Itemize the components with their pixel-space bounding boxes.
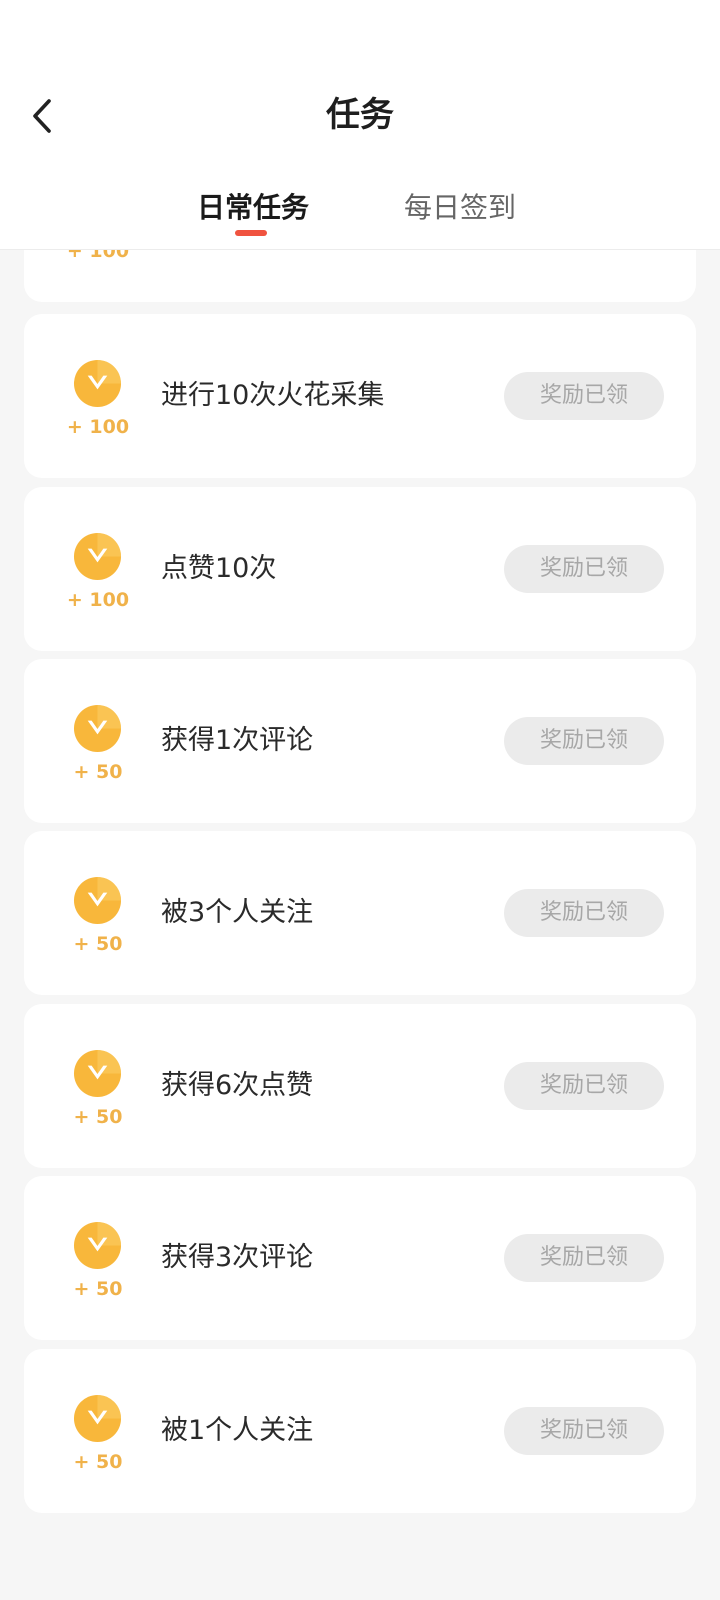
reward-claimed-button[interactable]: 奖励已领: [504, 717, 664, 765]
task-card: + 50 获得6次点赞 奖励已领: [24, 1004, 696, 1168]
tab-daily-tasks[interactable]: 日常任务: [197, 184, 309, 232]
task-card: + 50 获得3次评论 奖励已领: [24, 1176, 696, 1340]
coin-icon: [73, 876, 122, 925]
task-name: 进行10次火花采集: [161, 380, 385, 411]
tab-daily-checkin[interactable]: 每日签到: [404, 184, 516, 232]
task-name: 获得3次评论: [161, 1242, 314, 1273]
task-reward: + 100: [66, 416, 130, 438]
reward-claimed-button[interactable]: 奖励已领: [504, 1234, 664, 1282]
coin-icon: [73, 1221, 122, 1270]
task-reward: + 50: [73, 933, 123, 955]
app-root: + 100 + 100 进行10次火花采集 奖励已领 + 100 点赞10次 奖…: [0, 0, 720, 1600]
coin-icon: [73, 532, 122, 581]
task-card: + 50 被1个人关注 奖励已领: [24, 1349, 696, 1513]
coin-icon: [73, 359, 122, 408]
task-reward: + 100: [66, 589, 130, 611]
task-card: + 100 进行10次火花采集 奖励已领: [24, 314, 696, 478]
coin-icon: [73, 704, 122, 753]
reward-claimed-button[interactable]: 奖励已领: [504, 889, 664, 937]
task-name: 获得1次评论: [161, 725, 314, 756]
task-name: 点赞10次: [161, 553, 277, 584]
task-reward: + 50: [73, 1451, 123, 1473]
reward-claimed-button[interactable]: 奖励已领: [504, 1407, 664, 1455]
task-name: 获得6次点赞: [161, 1070, 314, 1101]
page-title: 任务: [326, 95, 394, 135]
reward-claimed-button[interactable]: 奖励已领: [504, 372, 664, 420]
active-tab-indicator: [235, 230, 267, 236]
task-reward: + 50: [73, 1278, 123, 1300]
task-card: + 50 被3个人关注 奖励已领: [24, 831, 696, 995]
task-reward: + 50: [73, 1106, 123, 1128]
header-bar: 任务 日常任务 每日签到: [0, 0, 720, 250]
task-name: 被3个人关注: [161, 897, 314, 928]
task-reward: + 50: [73, 761, 123, 783]
tab-bar: 日常任务 每日签到: [0, 184, 720, 244]
task-card: + 50 获得1次评论 奖励已领: [24, 659, 696, 823]
reward-claimed-button[interactable]: 奖励已领: [504, 545, 664, 593]
reward-claimed-button[interactable]: 奖励已领: [504, 1062, 664, 1110]
coin-icon: [73, 1394, 122, 1443]
task-name: 被1个人关注: [161, 1415, 314, 1446]
task-card: + 100 点赞10次 奖励已领: [24, 487, 696, 651]
coin-icon: [73, 1049, 122, 1098]
